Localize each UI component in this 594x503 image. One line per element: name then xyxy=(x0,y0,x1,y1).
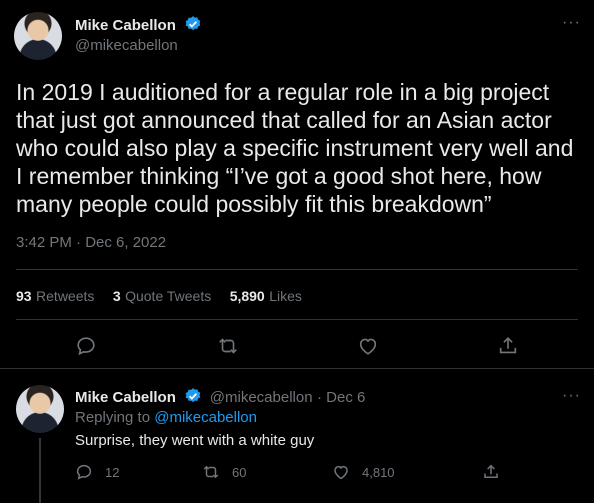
author-name[interactable]: Mike Cabellon xyxy=(75,17,176,34)
likes-stat[interactable]: 5,890 Likes xyxy=(230,288,302,305)
reply-retweet-action[interactable]: 60 xyxy=(202,463,246,481)
retweet-icon[interactable] xyxy=(217,335,239,357)
share-icon[interactable] xyxy=(497,335,519,357)
tweet-stats: 93 Retweets 3 Quote Tweets 5,890 Likes xyxy=(16,288,302,306)
retweets-count: 93 xyxy=(16,288,32,304)
share-icon[interactable] xyxy=(482,463,500,481)
retweet-icon xyxy=(203,465,219,479)
author-name-row[interactable]: Mike Cabellon xyxy=(75,15,202,35)
reply-author-avatar[interactable] xyxy=(16,385,64,433)
divider xyxy=(16,319,578,320)
reply-icon[interactable] xyxy=(75,335,97,357)
retweets-label: Retweets xyxy=(36,288,95,304)
reply-text: Surprise, they went with a white guy xyxy=(75,432,315,449)
likes-label: Likes xyxy=(269,288,302,304)
like-icon xyxy=(334,465,348,480)
replying-to-link[interactable]: @mikecabellon xyxy=(154,409,257,426)
reply-count: 12 xyxy=(105,464,120,480)
quotes-label: Quote Tweets xyxy=(125,288,212,304)
likes-count: 5,890 xyxy=(229,288,265,304)
reply-icon xyxy=(76,464,92,480)
tweet-timestamp[interactable]: 3:42 PM · Dec 6, 2022 xyxy=(16,234,166,251)
reply-reply-action[interactable]: 12 xyxy=(75,463,119,481)
like-icon[interactable] xyxy=(357,335,379,357)
tweet-text: In 2019 I auditioned for a regular role … xyxy=(16,79,574,217)
replying-to-prefix: Replying to xyxy=(75,409,151,426)
retweets-stat[interactable]: 93 Retweets xyxy=(16,288,99,305)
divider xyxy=(16,269,578,270)
reply-more-options-icon[interactable]: ··· xyxy=(562,387,581,405)
author-handle[interactable]: @mikecabellon xyxy=(75,37,178,54)
reply-date[interactable]: · Dec 6 xyxy=(317,389,365,406)
more-options-icon[interactable]: ··· xyxy=(562,14,581,32)
reply-like-action[interactable]: 4,810 xyxy=(332,463,395,481)
reply-header: Mike Cabellon @mikecabellon · Dec 6 xyxy=(75,387,365,407)
verified-badge-icon xyxy=(185,388,201,403)
replying-to-line: Replying to @mikecabellon xyxy=(75,409,257,426)
divider xyxy=(0,368,594,369)
quotes-count: 3 xyxy=(112,288,121,304)
author-avatar[interactable] xyxy=(14,12,62,60)
verified-badge-icon xyxy=(185,16,201,31)
like-count: 4,810 xyxy=(362,464,395,480)
reply-author-name[interactable]: Mike Cabellon xyxy=(75,389,176,406)
retweet-count: 60 xyxy=(232,464,247,480)
thread-line xyxy=(39,438,41,503)
reply-author-handle[interactable]: @mikecabellon xyxy=(210,389,313,406)
quotes-stat[interactable]: 3 Quote Tweets xyxy=(113,288,216,305)
